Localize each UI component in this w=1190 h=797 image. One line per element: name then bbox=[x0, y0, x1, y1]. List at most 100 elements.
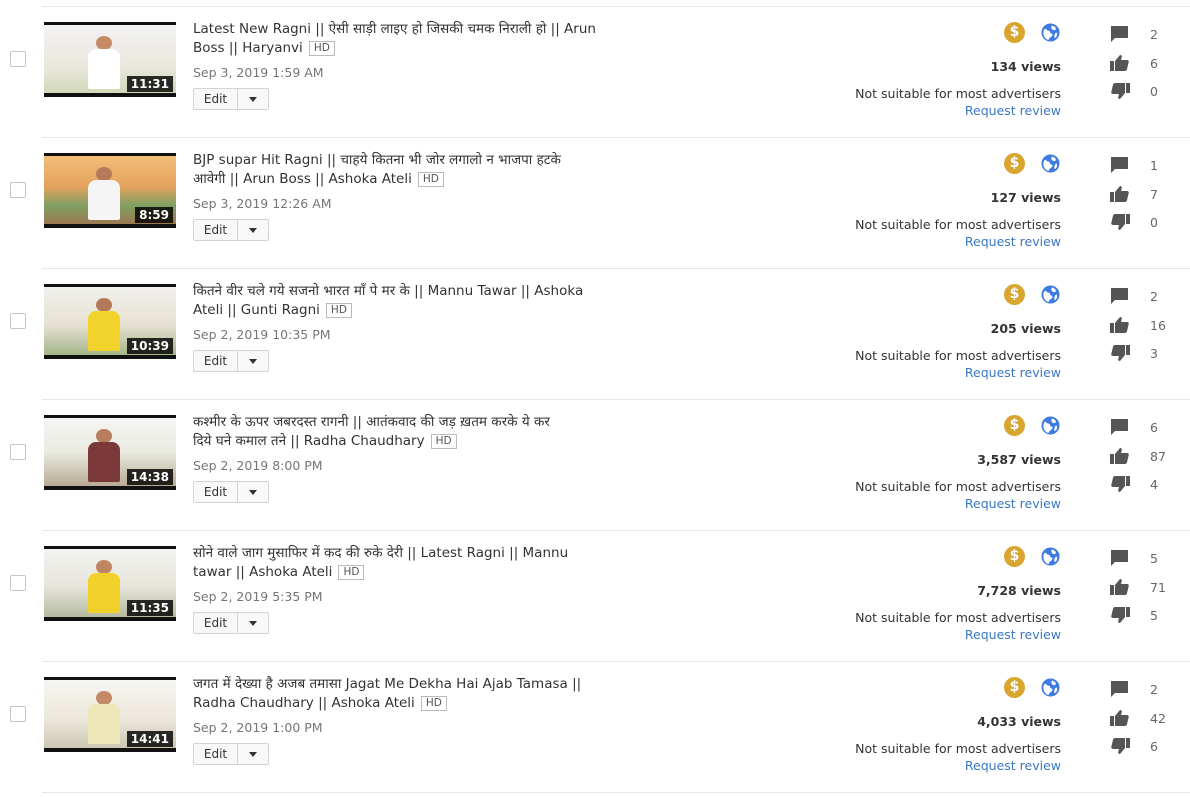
video-title[interactable]: कश्मीर के ऊपर जबरदस्त रागनी || आतंकवाद क… bbox=[193, 413, 613, 451]
thumbs-down-icon bbox=[1110, 82, 1130, 100]
video-thumbnail[interactable]: 11:31 bbox=[44, 22, 176, 97]
thumbs-down-icon bbox=[1110, 344, 1130, 362]
view-count: 3,587 views bbox=[977, 452, 1061, 467]
video-title-line2: आवेगी || Arun Boss || Ashoka Ateli bbox=[193, 171, 412, 187]
request-review-link[interactable]: Request review bbox=[965, 496, 1061, 511]
caret-down-icon bbox=[249, 227, 257, 233]
request-review-link[interactable]: Request review bbox=[965, 103, 1061, 118]
edit-button-group: Edit bbox=[193, 219, 269, 241]
monetization-icon[interactable]: $ bbox=[1004, 546, 1025, 567]
monetization-icon[interactable]: $ bbox=[1004, 22, 1025, 43]
video-date: Sep 2, 2019 5:35 PM bbox=[193, 589, 323, 604]
video-title[interactable]: Latest New Ragni || ऐसी साड़ी लाइए हो जि… bbox=[193, 20, 613, 58]
video-thumbnail[interactable]: 14:41 bbox=[44, 677, 176, 752]
row-checkbox[interactable] bbox=[10, 706, 26, 722]
video-title-line1: BJP supar Hit Ragni || चाहये कितना भी जो… bbox=[193, 152, 561, 168]
video-list: 11:31 Latest New Ragni || ऐसी साड़ी लाइए … bbox=[0, 0, 1190, 797]
edit-button[interactable]: Edit bbox=[194, 220, 238, 240]
video-thumbnail[interactable]: 8:59 bbox=[44, 153, 176, 228]
edit-menu-dropdown[interactable] bbox=[238, 89, 268, 109]
hd-badge: HD bbox=[308, 41, 335, 56]
video-title-line2: Boss || Haryanvi bbox=[193, 40, 303, 56]
edit-button[interactable]: Edit bbox=[194, 89, 238, 109]
comment-count: 6 bbox=[1150, 420, 1158, 435]
thumbs-down-icon bbox=[1110, 475, 1130, 493]
edit-menu-dropdown[interactable] bbox=[238, 220, 268, 240]
video-title[interactable]: जगत में देख्या है अजब तमासा Jagat Me Dek… bbox=[193, 675, 613, 713]
edit-button[interactable]: Edit bbox=[194, 482, 238, 502]
request-review-link[interactable]: Request review bbox=[965, 627, 1061, 642]
ad-suitability-status: Not suitable for most advertisers bbox=[855, 348, 1061, 363]
row-checkbox[interactable] bbox=[10, 444, 26, 460]
video-row[interactable]: 14:38 कश्मीर के ऊपर जबरदस्त रागनी || आतंक… bbox=[0, 400, 1190, 531]
video-title-line1: कितने वीर चले गये सजनो भारत माँ पे मर के… bbox=[193, 283, 584, 299]
dislike-count: 5 bbox=[1150, 608, 1158, 623]
public-visibility-globe-icon[interactable] bbox=[1041, 285, 1060, 304]
row-checkbox[interactable] bbox=[10, 575, 26, 591]
video-title-line2: tawar || Ashoka Ateli bbox=[193, 564, 333, 580]
row-checkbox[interactable] bbox=[10, 51, 26, 67]
edit-menu-dropdown[interactable] bbox=[238, 744, 268, 764]
like-count: 7 bbox=[1150, 187, 1158, 202]
comment-icon bbox=[1110, 680, 1130, 698]
public-visibility-globe-icon[interactable] bbox=[1041, 154, 1060, 173]
video-thumbnail[interactable]: 14:38 bbox=[44, 415, 176, 490]
video-row[interactable]: 11:35 सोने वाले जाग मुसाफिर में कद की रुक… bbox=[0, 531, 1190, 662]
video-title[interactable]: कितने वीर चले गये सजनो भारत माँ पे मर के… bbox=[193, 282, 613, 320]
caret-down-icon bbox=[249, 751, 257, 757]
public-visibility-globe-icon[interactable] bbox=[1041, 416, 1060, 435]
ad-suitability-status: Not suitable for most advertisers bbox=[855, 86, 1061, 101]
thumbs-up-icon bbox=[1110, 54, 1130, 72]
monetization-icon[interactable]: $ bbox=[1004, 153, 1025, 174]
video-title[interactable]: सोने वाले जाग मुसाफिर में कद की रुके देर… bbox=[193, 544, 613, 582]
video-thumbnail[interactable]: 11:35 bbox=[44, 546, 176, 621]
video-thumbnail[interactable]: 10:39 bbox=[44, 284, 176, 359]
request-review-link[interactable]: Request review bbox=[965, 758, 1061, 773]
comment-count: 2 bbox=[1150, 27, 1158, 42]
edit-button-group: Edit bbox=[193, 743, 269, 765]
comment-count: 2 bbox=[1150, 682, 1158, 697]
monetization-icon[interactable]: $ bbox=[1004, 284, 1025, 305]
dislike-count: 0 bbox=[1150, 84, 1158, 99]
public-visibility-globe-icon[interactable] bbox=[1041, 547, 1060, 566]
video-row[interactable]: 8:59 BJP supar Hit Ragni || चाहये कितना भ… bbox=[0, 138, 1190, 269]
video-row[interactable]: 14:41 जगत में देख्या है अजब तमासा Jagat M… bbox=[0, 662, 1190, 793]
video-date: Sep 2, 2019 10:35 PM bbox=[193, 327, 331, 342]
monetization-icon[interactable]: $ bbox=[1004, 677, 1025, 698]
edit-menu-dropdown[interactable] bbox=[238, 351, 268, 371]
caret-down-icon bbox=[249, 358, 257, 364]
like-count: 6 bbox=[1150, 56, 1158, 71]
video-duration: 8:59 bbox=[135, 207, 173, 223]
edit-button[interactable]: Edit bbox=[194, 351, 238, 371]
like-count: 16 bbox=[1150, 318, 1166, 333]
dislike-count: 3 bbox=[1150, 346, 1158, 361]
like-count: 71 bbox=[1150, 580, 1166, 595]
video-title-line1: जगत में देख्या है अजब तमासा Jagat Me Dek… bbox=[193, 676, 582, 692]
edit-button[interactable]: Edit bbox=[194, 744, 238, 764]
request-review-link[interactable]: Request review bbox=[965, 234, 1061, 249]
public-visibility-globe-icon[interactable] bbox=[1041, 678, 1060, 697]
view-count: 134 views bbox=[990, 59, 1061, 74]
video-row[interactable]: 10:39 कितने वीर चले गये सजनो भारत माँ पे … bbox=[0, 269, 1190, 400]
video-date: Sep 3, 2019 12:26 AM bbox=[193, 196, 332, 211]
public-visibility-globe-icon[interactable] bbox=[1041, 23, 1060, 42]
comment-icon bbox=[1110, 418, 1130, 436]
caret-down-icon bbox=[249, 96, 257, 102]
edit-menu-dropdown[interactable] bbox=[238, 613, 268, 633]
thumbs-up-icon bbox=[1110, 709, 1130, 727]
video-title[interactable]: BJP supar Hit Ragni || चाहये कितना भी जो… bbox=[193, 151, 613, 189]
row-checkbox[interactable] bbox=[10, 182, 26, 198]
request-review-link[interactable]: Request review bbox=[965, 365, 1061, 380]
edit-button[interactable]: Edit bbox=[194, 613, 238, 633]
edit-menu-dropdown[interactable] bbox=[238, 482, 268, 502]
monetization-icon[interactable]: $ bbox=[1004, 415, 1025, 436]
view-count: 7,728 views bbox=[977, 583, 1061, 598]
video-duration: 14:38 bbox=[126, 469, 173, 485]
thumbs-down-icon bbox=[1110, 737, 1130, 755]
hd-badge: HD bbox=[325, 303, 352, 318]
ad-suitability-status: Not suitable for most advertisers bbox=[855, 741, 1061, 756]
ad-suitability-status: Not suitable for most advertisers bbox=[855, 217, 1061, 232]
edit-button-group: Edit bbox=[193, 612, 269, 634]
row-checkbox[interactable] bbox=[10, 313, 26, 329]
video-row[interactable]: 11:31 Latest New Ragni || ऐसी साड़ी लाइए … bbox=[0, 7, 1190, 138]
